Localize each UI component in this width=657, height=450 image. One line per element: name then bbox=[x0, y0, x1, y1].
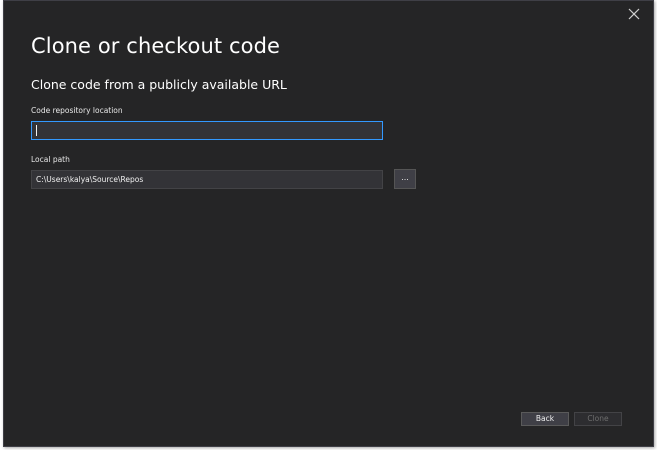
page-title: Clone or checkout code bbox=[31, 34, 281, 58]
text-caret bbox=[36, 125, 37, 136]
back-button[interactable]: Back bbox=[521, 412, 569, 426]
close-button[interactable] bbox=[625, 5, 643, 23]
local-path-input[interactable] bbox=[31, 170, 383, 189]
local-path-label: Local path bbox=[31, 155, 70, 164]
repository-location-label: Code repository location bbox=[31, 106, 123, 115]
section-subtitle: Clone code from a publicly available URL bbox=[31, 77, 287, 92]
clone-button[interactable]: Clone bbox=[574, 412, 622, 426]
clone-dialog: Clone or checkout code Clone code from a… bbox=[3, 0, 654, 447]
repository-location-input[interactable] bbox=[31, 121, 383, 140]
close-icon bbox=[628, 8, 640, 20]
browse-button[interactable]: ... bbox=[394, 169, 416, 189]
